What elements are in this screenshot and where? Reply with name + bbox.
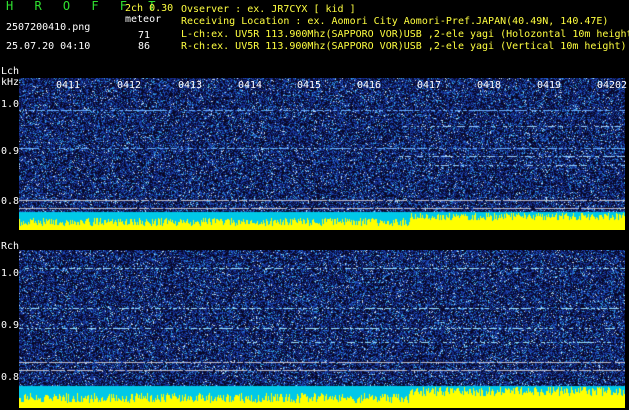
- lch-unit-label: kHz: [1, 77, 20, 88]
- mode-label: 2ch 0.30: [125, 3, 174, 14]
- lch-spectrogram: [19, 78, 625, 230]
- time-tick-0412: 0412: [117, 80, 142, 91]
- rch-ytick-0-9: 0.9: [1, 320, 20, 331]
- meteor-label: meteor: [125, 14, 162, 25]
- lch-label: Lch: [1, 66, 20, 77]
- time-tick-0411: 0411: [56, 80, 81, 91]
- rch-label: Rch: [1, 241, 20, 252]
- lch-ytick-0-9: 0.9: [1, 146, 20, 157]
- time-tick-0416: 0416: [357, 80, 382, 91]
- lch-ytick-1-0: 1.0: [1, 99, 20, 110]
- rch-spectrogram: [19, 250, 625, 408]
- rch-ytick-1-0: 1.0: [1, 268, 20, 279]
- rch-ytick-0-8: 0.8: [1, 372, 20, 383]
- filename-label: 2507200410.png: [6, 22, 91, 33]
- rch-info-line: R-ch:ex. UV5R 113.900Mhz(SAPPORO VOR)USB…: [181, 41, 627, 52]
- time-tick-0419: 0419: [537, 80, 562, 91]
- time-tick-0414: 0414: [238, 80, 263, 91]
- time-tick-2: 2: [621, 80, 628, 91]
- time-tick-0417: 0417: [417, 80, 442, 91]
- location-line: Receiving Location : ex. Aomori City Aom…: [181, 16, 609, 27]
- time-tick-0420: 0420: [597, 80, 622, 91]
- lch-ytick-0-8: 0.8: [1, 196, 20, 207]
- observer-line: Ovserver : ex. JR7CYX [ kid ]: [181, 4, 356, 15]
- lch-info-line: L-ch:ex. UV5R 113.900Mhz(SAPPORO VOR)USB…: [181, 29, 629, 40]
- datetime-label: 25.07.20 04:10: [6, 41, 91, 52]
- meteor-count-rch: 86: [138, 41, 151, 52]
- time-tick-0415: 0415: [297, 80, 322, 91]
- time-tick-0418: 0418: [477, 80, 502, 91]
- time-tick-0413: 0413: [178, 80, 203, 91]
- meteor-count-lch: 71: [138, 30, 151, 41]
